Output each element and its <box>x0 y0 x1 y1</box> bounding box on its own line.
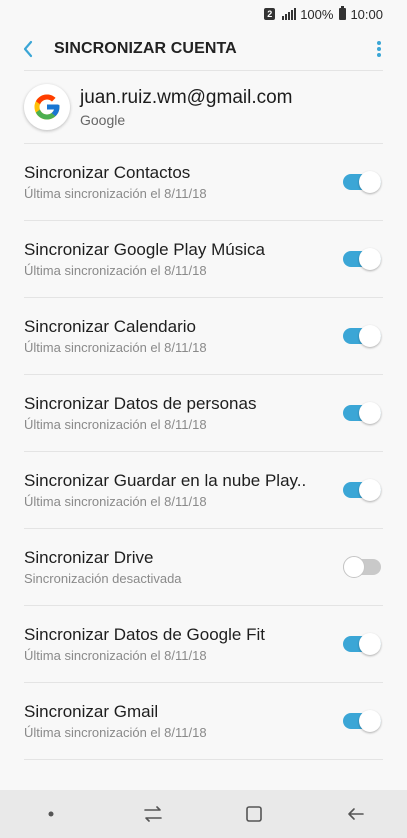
sync-toggle[interactable] <box>343 710 381 732</box>
sync-row-subtitle: Última sincronización el 8/11/18 <box>24 417 207 432</box>
account-email: juan.ruiz.wm@gmail.com <box>80 86 293 108</box>
toggle-thumb <box>359 479 381 501</box>
sync-row-subtitle: Última sincronización el 8/11/18 <box>24 725 207 740</box>
toggle-thumb <box>359 171 381 193</box>
recent-apps-button[interactable] <box>133 794 173 834</box>
sync-row-text: Sincronizar Drive Sincronización desactiv… <box>24 548 331 586</box>
sync-row-subtitle: Última sincronización el 8/11/18 <box>24 494 207 509</box>
more-options-button[interactable] <box>367 37 391 61</box>
clock: 10:00 <box>350 6 383 22</box>
sync-row-subtitle: Última sincronización el 8/11/18 <box>24 186 207 201</box>
sync-toggle[interactable] <box>343 325 381 347</box>
sync-toggle[interactable] <box>343 479 381 501</box>
sync-row-subtitle: Sincronización desactivada <box>24 571 182 586</box>
battery-icon <box>339 6 347 20</box>
sync-row[interactable]: Sincronizar Calendario Última sincronizac… <box>0 298 407 374</box>
dot-icon <box>48 811 54 817</box>
more-vertical-icon <box>377 41 381 57</box>
home-square-icon <box>246 806 263 822</box>
sync-row-text: Sincronizar Contactos Última sincronizaci… <box>24 163 331 201</box>
sync-row[interactable]: Sincronizar Datos de Google Fit Última si… <box>0 606 407 682</box>
sync-row-subtitle: Última sincronización el 8/11/18 <box>24 263 207 278</box>
sync-row[interactable]: Sincronizar Drive Sincronización desactiv… <box>0 529 407 605</box>
sync-toggle[interactable] <box>343 171 381 193</box>
toggle-thumb <box>359 710 381 732</box>
arrow-left-icon <box>348 808 364 820</box>
chevron-left-icon <box>23 40 33 58</box>
sync-row[interactable]: Sincronizar Guardar en la nube Play.. Últ… <box>0 452 407 528</box>
sync-row[interactable]: Sincronizar Gmail Última sincronización e… <box>0 683 407 759</box>
toggle-thumb <box>343 556 365 578</box>
sync-row-text: Sincronizar Guardar en la nube Play.. Últ… <box>24 471 331 509</box>
nav-back-button[interactable] <box>336 794 376 834</box>
sync-row-title: Sincronizar Datos de personas <box>24 394 257 413</box>
sync-toggle[interactable] <box>343 633 381 655</box>
sync-row-subtitle: Última sincronización el 8/11/18 <box>24 340 207 355</box>
toggle-thumb <box>359 248 381 270</box>
sync-toggle[interactable] <box>343 248 381 270</box>
divider <box>24 759 383 760</box>
sim-badge: 2 <box>264 8 276 20</box>
app-bar: SINCRONIZAR CUENTA <box>0 28 407 70</box>
home-button[interactable] <box>234 794 274 834</box>
account-header: juan.ruiz.wm@gmail.com Google <box>0 71 407 143</box>
sync-row-text: Sincronizar Datos de Google Fit Última si… <box>24 625 331 663</box>
sync-row-title: Sincronizar Gmail <box>24 702 159 721</box>
sync-row-title: Sincronizar Google Play Música <box>24 240 265 259</box>
toggle-thumb <box>359 633 381 655</box>
toggle-thumb <box>359 402 381 424</box>
sync-row-text: Sincronizar Gmail Última sincronización e… <box>24 702 331 740</box>
nav-dot-button[interactable] <box>31 794 71 834</box>
google-logo-icon <box>24 84 70 130</box>
status-bar: 2 100% 10:00 <box>0 0 407 28</box>
recent-apps-icon <box>143 806 162 822</box>
sync-row-text: Sincronizar Google Play Música Última sin… <box>24 240 331 278</box>
navigation-bar <box>0 790 407 838</box>
sync-row-text: Sincronizar Calendario Última sincronizac… <box>24 317 331 355</box>
back-button[interactable] <box>16 37 40 61</box>
sync-row[interactable]: Sincronizar Datos de personas Última sinc… <box>0 375 407 451</box>
toggle-thumb <box>359 325 381 347</box>
sync-row-title: Sincronizar Drive <box>24 548 154 567</box>
sync-row-title: Sincronizar Guardar en la nube Play.. <box>24 471 307 490</box>
page-title: SINCRONIZAR CUENTA <box>54 40 237 57</box>
sync-row-title: Sincronizar Contactos <box>24 163 191 182</box>
battery-percent: 100% <box>300 6 334 22</box>
signal-icon <box>282 8 297 20</box>
account-provider: Google <box>80 111 126 128</box>
sync-row-title: Sincronizar Calendario <box>24 317 196 336</box>
sync-row-text: Sincronizar Datos de personas Última sinc… <box>24 394 331 432</box>
sync-toggle[interactable] <box>343 556 381 578</box>
sync-row-title: Sincronizar Datos de Google Fit <box>24 625 265 644</box>
sync-list: Sincronizar Contactos Última sincronizaci… <box>0 144 407 760</box>
sync-row[interactable]: Sincronizar Google Play Música Última sin… <box>0 221 407 297</box>
sync-toggle[interactable] <box>343 402 381 424</box>
sync-row-subtitle: Última sincronización el 8/11/18 <box>24 648 207 663</box>
sync-row[interactable]: Sincronizar Contactos Última sincronizaci… <box>0 144 407 220</box>
